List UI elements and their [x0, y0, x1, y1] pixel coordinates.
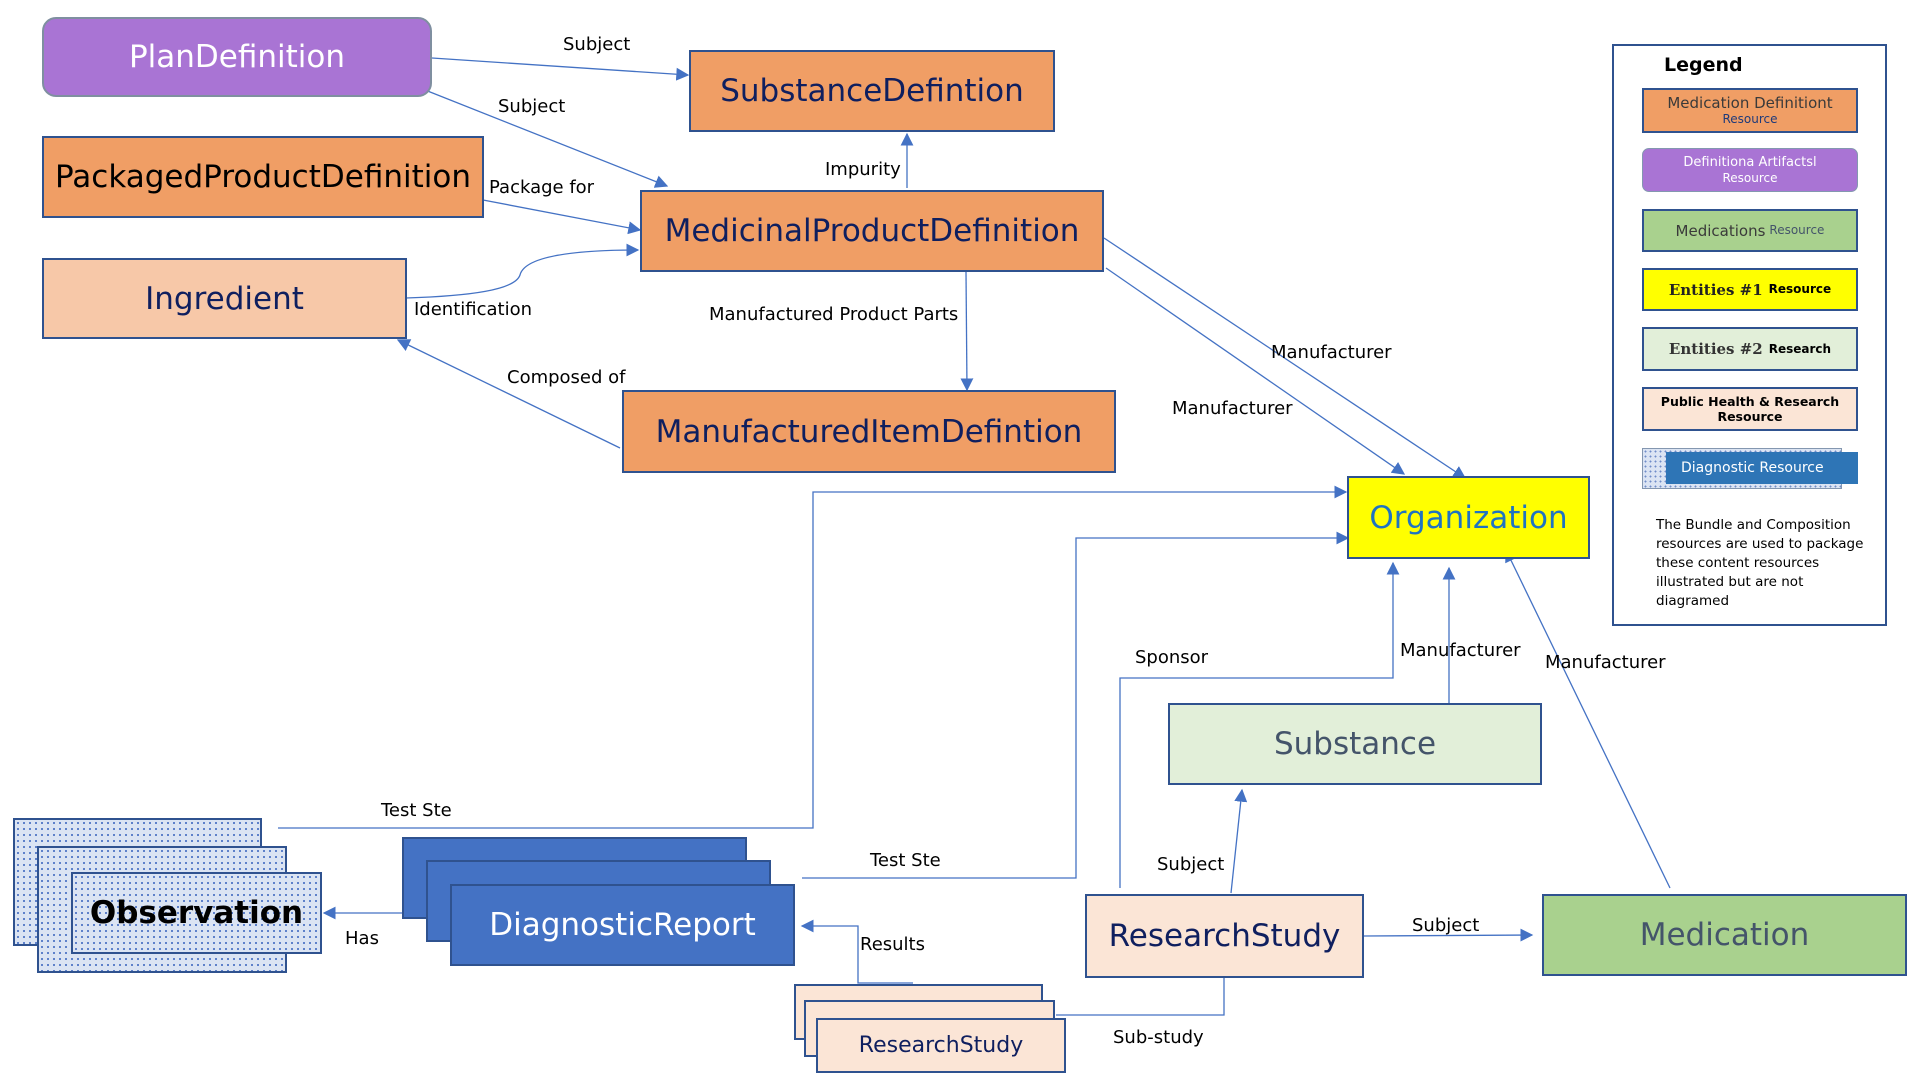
node-label: MedicinalProductDefinition: [664, 213, 1080, 249]
legend-item-diagnostic: Diagnostic Resource: [1642, 448, 1858, 489]
label-results: Results: [860, 934, 925, 955]
legend-item-label: Entities #1: [1668, 280, 1763, 299]
label-plan-subject-mpd: Subject: [498, 96, 566, 117]
node-organization[interactable]: Organization: [1347, 476, 1590, 559]
legend-item-label: Medication Definitiont: [1667, 94, 1833, 113]
node-label: ManufacturedItemDefintion: [655, 413, 1083, 450]
node-label: DiagnosticReport: [489, 907, 756, 943]
legend-item-sublabel: Resource: [1769, 223, 1825, 238]
node-observation[interactable]: Observation: [71, 872, 322, 954]
legend-item-label: Entities #2: [1668, 340, 1763, 358]
node-diagnostic-report[interactable]: DiagnosticReport: [450, 884, 795, 966]
label-identification: Identification: [414, 299, 533, 320]
edge-plan-subject-substancedef: [431, 57, 690, 81]
edge-identification: [405, 243, 640, 299]
legend-item-sublabel: Research: [1768, 341, 1832, 356]
node-research-study[interactable]: ResearchStudy: [1085, 894, 1364, 978]
node-label: Substance: [1273, 726, 1437, 762]
label-manufacturer-medication: Manufacturer: [1545, 652, 1666, 673]
legend-item-entities-2: Entities #2 Research: [1642, 327, 1858, 371]
node-label: Organization: [1369, 499, 1568, 536]
legend-item-definitional-artifacts: Definitiona Artifactsl Resource: [1642, 148, 1858, 192]
label-manufacturer-2: Manufacturer: [1172, 398, 1293, 419]
legend-item-sublabel: Resource: [1768, 282, 1832, 297]
node-plan-definition[interactable]: PlanDefinition: [42, 17, 432, 97]
label-subject-medication: Subject: [1412, 915, 1480, 936]
edge-package-for: [482, 199, 642, 235]
legend-item-public-health-research: Public Health & Research Resource: [1642, 387, 1858, 431]
legend-item-label: Definitiona Artifactsl: [1683, 155, 1817, 170]
node-manufactured-item-definition[interactable]: ManufacturedItemDefintion: [622, 390, 1116, 473]
legend-note: The Bundle and Composition resources are…: [1656, 517, 1864, 609]
label-composed-of: Composed of: [507, 367, 626, 388]
legend-item-label: Diagnostic Resource: [1681, 460, 1824, 476]
legend-item-medications: Medications Resource: [1642, 209, 1858, 252]
label-manufactured-product-parts: Manufactured Product Parts: [709, 304, 959, 325]
node-substance-definition[interactable]: SubstanceDefintion: [689, 50, 1055, 132]
node-ingredient[interactable]: Ingredient: [42, 258, 407, 339]
node-label: ResearchStudy: [1108, 918, 1341, 954]
legend-item-medication-definition: Medication Definitiont Resource: [1642, 88, 1858, 133]
legend-title: Legend: [1664, 54, 1743, 76]
label-sponsor: Sponsor: [1135, 647, 1209, 668]
node-label: SubstanceDefintion: [720, 73, 1024, 109]
legend-item-entities-1: Entities #1 Resource: [1642, 268, 1858, 311]
label-subject-substance: Subject: [1157, 854, 1225, 875]
label-manufacturer-substance: Manufacturer: [1400, 640, 1521, 661]
label-manufacturer-1: Manufacturer: [1271, 342, 1392, 363]
node-packaged-product-definition[interactable]: PackagedProductDefinition: [42, 136, 484, 218]
legend-item-sublabel: Resource: [1722, 112, 1778, 127]
node-medicinal-product-definition[interactable]: MedicinalProductDefinition: [640, 190, 1104, 272]
edge-manufactured-parts: [960, 271, 974, 392]
edge-composed-of: [396, 339, 621, 449]
legend-item-label: Medications: [1675, 221, 1766, 240]
label-package-for: Package for: [489, 177, 595, 198]
legend-item-sublabel: Resource: [1717, 409, 1783, 424]
node-substance[interactable]: Substance: [1168, 703, 1542, 785]
label-has: Has: [345, 928, 379, 949]
label-test-site-observation: Test Ste: [381, 800, 452, 821]
node-label: ResearchStudy: [858, 1033, 1024, 1058]
legend-diagnostic-swatch: Diagnostic Resource: [1666, 452, 1858, 484]
node-medication[interactable]: Medication: [1542, 894, 1907, 976]
node-label: Ingredient: [145, 280, 304, 317]
legend-panel: Legend Medication Definitiont Resource D…: [1612, 44, 1887, 626]
label-test-site-report: Test Ste: [870, 850, 941, 871]
edge-subject-substance: [1230, 788, 1248, 894]
node-research-study-substudy[interactable]: ResearchStudy: [816, 1018, 1066, 1073]
label-sub-study: Sub-study: [1113, 1027, 1204, 1048]
edge-manufacturer-2: [1105, 267, 1406, 475]
label-plan-subject-substancedef: Subject: [563, 34, 631, 55]
legend-item-label: Public Health & Research: [1660, 394, 1840, 409]
edge-sub-study: [1056, 978, 1225, 1016]
node-label: PackagedProductDefinition: [55, 159, 471, 195]
legend-item-sublabel: Resource: [1722, 170, 1778, 185]
label-impurity: Impurity: [825, 159, 901, 180]
node-label: Medication: [1639, 917, 1810, 953]
node-label: PlanDefinition: [128, 39, 346, 75]
node-label: Observation: [89, 895, 304, 931]
